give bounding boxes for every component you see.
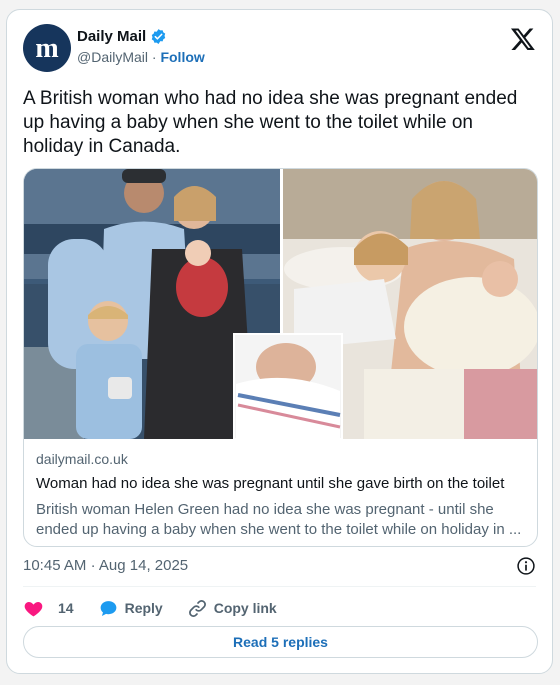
post-date[interactable]: Aug 14, 2025 [99,557,188,574]
article-photo-collage[interactable] [24,169,538,439]
account-handle[interactable]: @DailyMail [77,49,148,65]
account-name[interactable]: Daily Mail [77,28,146,45]
link-meta: dailymail.co.uk Woman had no idea she wa… [36,451,525,540]
link-icon [188,599,206,617]
info-icon[interactable] [516,556,536,576]
post-header: m Daily Mail @DailyMail · Follow [23,24,536,72]
link-description-line-1: British woman Helen Green had no idea sh… [36,501,494,518]
like-count: 14 [58,600,74,616]
post-text: A British woman who had no idea she was … [23,88,518,157]
verified-badge-icon [151,29,166,44]
x-logo-icon[interactable] [510,26,536,52]
author-info: Daily Mail @DailyMail · Follow [77,28,205,65]
post-timestamp[interactable]: 10:45 AM · Aug 14, 2025 [23,557,188,574]
post-card: m Daily Mail @DailyMail · Follow A Briti… [6,9,553,674]
post-time[interactable]: 10:45 AM [23,557,86,574]
handle-separator: · [151,49,157,65]
link-preview-card[interactable]: dailymail.co.uk Woman had no idea she wa… [23,168,538,547]
copy-link-button[interactable]: Copy link [187,598,277,619]
speech-bubble-icon [100,600,116,616]
daily-mail-logo-icon: m [35,33,58,64]
link-title[interactable]: Woman had no idea she was pregnant until… [36,475,525,492]
follow-button[interactable]: Follow [160,49,204,65]
link-description-line-2: ended up having a baby when she went to … [36,521,522,538]
timestamp-separator: · [90,557,96,574]
link-domain: dailymail.co.uk [36,451,128,467]
divider [23,586,536,587]
heart-icon [24,601,43,616]
link-description: British woman Helen Green had no idea sh… [36,500,525,540]
read-replies-button[interactable]: Read 5 replies [23,626,538,658]
copy-link-label: Copy link [213,600,277,616]
like-button[interactable]: 14 [23,598,74,619]
svg-text:m: m [35,33,58,64]
reply-button[interactable]: Reply [98,598,163,619]
action-bar: 14 Reply Copy link [23,596,301,620]
reply-label: Reply [124,600,163,616]
avatar[interactable]: m [23,24,71,72]
